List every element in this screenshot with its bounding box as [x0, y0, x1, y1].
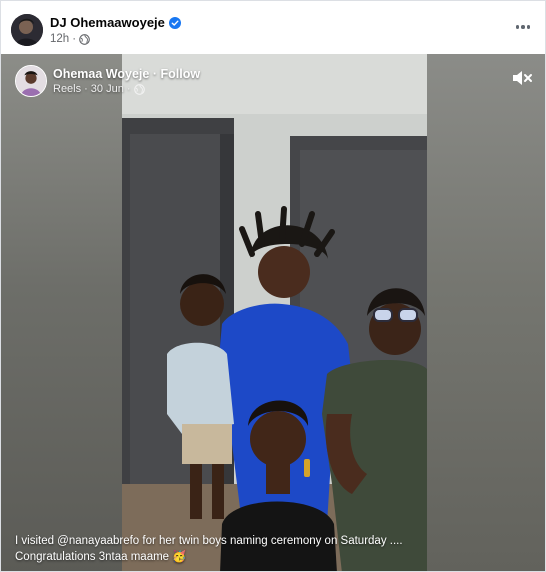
globe-icon	[79, 33, 90, 45]
author-avatar[interactable]	[11, 14, 43, 46]
caption-line-1: I visited @nanayaabrefo for her twin boy…	[15, 535, 403, 547]
follow-separator: ·	[152, 67, 157, 81]
video-frame-image	[122, 54, 427, 571]
reel-author-name[interactable]: Ohemaa Woyeje	[53, 67, 149, 81]
author-name-text[interactable]: DJ Ohemaawoyeje	[50, 15, 165, 30]
author-name[interactable]: DJ Ohemaawoyeje	[50, 15, 181, 30]
caption-line-2: Congratulations 3ntaa maame 🥳	[15, 551, 187, 563]
reel-caption: I visited @nanayaabrefo for her twin boy…	[15, 533, 435, 565]
post-header: DJ Ohemaawoyeje 12h ·	[1, 1, 545, 54]
follow-button[interactable]: Follow	[160, 67, 200, 81]
reel-header: Ohemaa Woyeje · Follow	[53, 67, 200, 81]
verified-badge-icon	[168, 16, 181, 29]
reel-meta: Reels · 30 Jun ·	[53, 83, 145, 95]
reel-video-player[interactable]: Ohemaa Woyeje · Follow Reels · 30 Jun · …	[1, 54, 545, 571]
reel-author-avatar[interactable]	[15, 65, 47, 97]
speaker-muted-icon	[513, 71, 532, 85]
reel-type[interactable]: Reels	[53, 83, 81, 95]
video-frame[interactable]	[122, 54, 427, 571]
video-blur-left	[1, 54, 122, 571]
mute-toggle-button[interactable]	[511, 68, 533, 88]
more-options-button[interactable]	[511, 15, 535, 39]
post-card: DJ Ohemaawoyeje 12h · Ohemaa Woyeje · Fo…	[0, 0, 546, 572]
reel-date[interactable]: 30 Jun	[91, 83, 124, 95]
video-blur-right	[427, 54, 545, 571]
post-time[interactable]: 12h	[50, 33, 69, 45]
post-meta: 12h ·	[50, 33, 90, 45]
globe-icon	[133, 83, 145, 95]
